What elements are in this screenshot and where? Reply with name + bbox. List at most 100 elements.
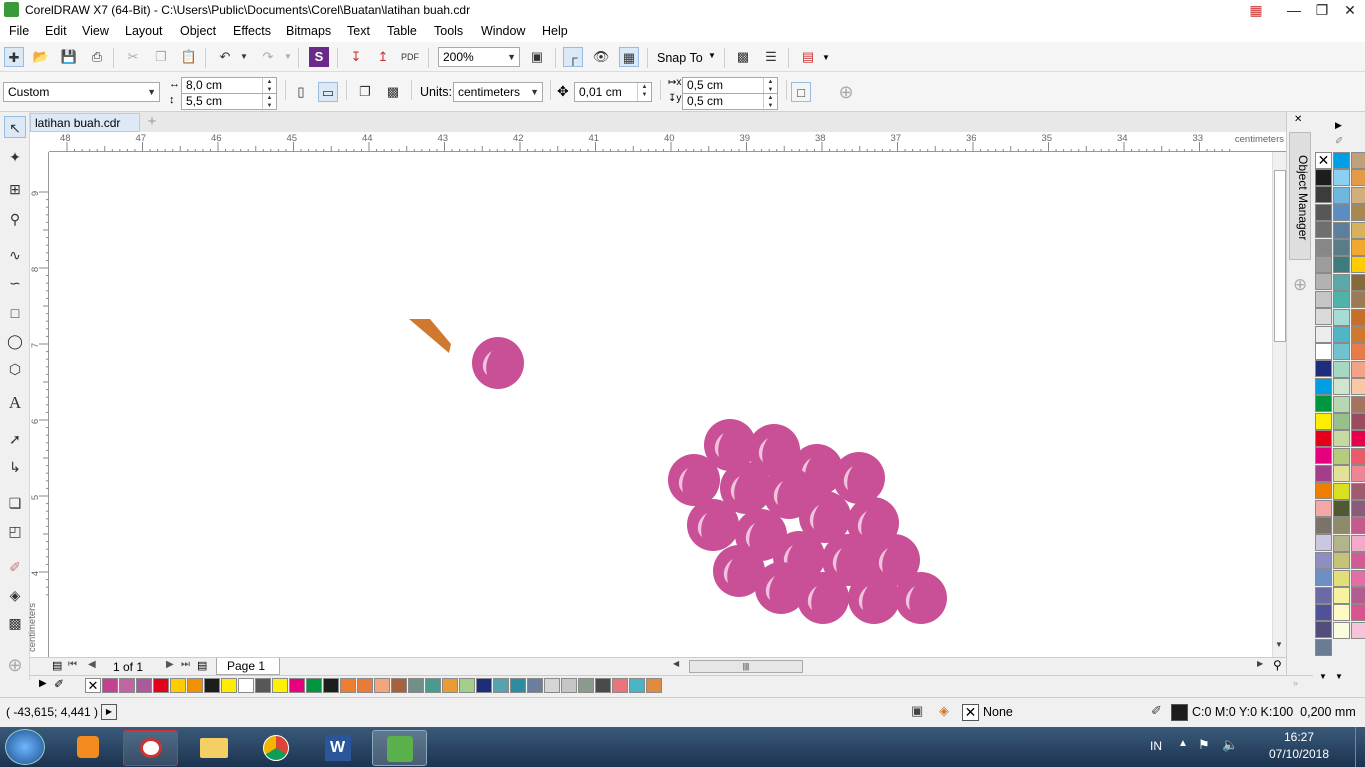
palette-swatch[interactable] bbox=[1351, 308, 1365, 326]
object-manager-tab[interactable]: Object Manager bbox=[1289, 132, 1311, 260]
show-grid-icon[interactable]: ▦ bbox=[619, 47, 639, 67]
palette-swatch[interactable] bbox=[1333, 534, 1350, 552]
palette-eyedropper-icon[interactable]: ✐ bbox=[1335, 136, 1343, 147]
transparency-tool-icon[interactable]: ◰ bbox=[4, 520, 26, 542]
menu-view[interactable]: View bbox=[82, 24, 109, 38]
scroll-down-icon[interactable]: ▼ bbox=[1275, 640, 1283, 649]
copy-icon[interactable]: ❐ bbox=[151, 47, 171, 67]
status-info-flyout-icon[interactable]: ▶ bbox=[101, 704, 117, 720]
palette-swatch[interactable] bbox=[1333, 169, 1350, 187]
launch-dropdown-icon[interactable]: ▼ bbox=[822, 53, 830, 62]
drop-shadow-tool-icon[interactable]: ❏ bbox=[4, 492, 26, 514]
palette-swatch[interactable] bbox=[1351, 343, 1365, 361]
palette-swatch[interactable] bbox=[1333, 378, 1350, 396]
file-explorer-icon[interactable] bbox=[186, 730, 241, 766]
duplicate-x-input[interactable]: 0,5 cm ▲ ▼ bbox=[682, 77, 778, 96]
crop-tool-icon[interactable]: ⊞ bbox=[4, 178, 26, 200]
palette-swatch[interactable] bbox=[1315, 447, 1332, 465]
palette-swatch[interactable] bbox=[1315, 638, 1332, 656]
options-icon[interactable]: ☰ bbox=[761, 47, 781, 67]
nudge-distance-input[interactable]: 0,01 cm ▲ ▼ bbox=[574, 82, 652, 102]
zoom-level-select[interactable]: 200% ▼ bbox=[438, 47, 520, 67]
palette-swatch[interactable] bbox=[1351, 569, 1365, 587]
doc-palette-swatch[interactable] bbox=[170, 678, 186, 693]
page-tab[interactable]: Page 1 bbox=[216, 658, 280, 675]
doc-palette-swatch[interactable] bbox=[221, 678, 237, 693]
menu-text[interactable]: Text bbox=[347, 24, 370, 38]
doc-palette-swatch[interactable] bbox=[578, 678, 594, 693]
palette-swatch[interactable] bbox=[1333, 569, 1350, 587]
palette-swatch[interactable] bbox=[1315, 586, 1332, 604]
scroll-left-icon[interactable]: ◀ bbox=[673, 659, 679, 668]
color-proofing-icon[interactable]: ▣ bbox=[911, 703, 923, 719]
palette-swatch[interactable] bbox=[1351, 378, 1365, 396]
doc-palette-swatch[interactable] bbox=[136, 678, 152, 693]
palette-swatch[interactable] bbox=[1351, 587, 1365, 604]
palette-swatch[interactable] bbox=[1333, 552, 1350, 570]
palette-swatch[interactable] bbox=[1333, 621, 1350, 639]
redo-icon[interactable]: ↷ bbox=[258, 47, 278, 67]
palette-swatch[interactable] bbox=[1351, 621, 1365, 639]
palette-scroll-down-icon[interactable]: ▼ bbox=[1319, 672, 1327, 681]
restore-button[interactable]: ❐ bbox=[1308, 0, 1336, 20]
add-property-icon[interactable]: ⊕ bbox=[836, 82, 856, 102]
palette-swatch[interactable] bbox=[1333, 204, 1350, 222]
grape-circle[interactable] bbox=[895, 572, 947, 624]
palette-swatch[interactable] bbox=[1351, 273, 1365, 291]
palette-swatch[interactable] bbox=[1315, 325, 1332, 343]
outline-color-swatch[interactable] bbox=[1171, 704, 1188, 721]
palette-swatch[interactable] bbox=[1351, 534, 1365, 552]
doc-palette-swatch[interactable] bbox=[612, 678, 628, 693]
document-tab[interactable]: latihan buah.cdr bbox=[30, 113, 140, 132]
palette-swatch[interactable] bbox=[1315, 412, 1332, 430]
palette-swatch[interactable] bbox=[1351, 500, 1365, 517]
palette-swatch[interactable] bbox=[1351, 395, 1365, 413]
menu-bitmaps[interactable]: Bitmaps bbox=[286, 24, 331, 38]
polygon-tool-icon[interactable]: ⬡ bbox=[4, 358, 26, 380]
palette-swatch[interactable] bbox=[1333, 291, 1350, 309]
doc-palette-swatch[interactable] bbox=[374, 678, 390, 693]
palette-swatch[interactable] bbox=[1333, 186, 1350, 204]
word-icon[interactable]: W bbox=[310, 730, 365, 766]
no-color-swatch[interactable]: ✕ bbox=[1315, 152, 1332, 169]
palette-swatch[interactable] bbox=[1351, 326, 1365, 343]
doc-palette-eyedropper-icon[interactable]: ✐ bbox=[54, 677, 64, 691]
doc-palette-swatch[interactable] bbox=[408, 678, 424, 693]
doc-palette-swatch[interactable] bbox=[255, 678, 271, 693]
print-icon[interactable]: ⎙ bbox=[87, 47, 107, 67]
connector-tool-icon[interactable]: ↳ bbox=[4, 456, 26, 478]
all-pages-icon[interactable]: ❐ bbox=[355, 82, 375, 102]
palette-swatch[interactable] bbox=[1315, 360, 1332, 378]
palette-swatch[interactable] bbox=[1333, 152, 1350, 169]
palette-swatch[interactable] bbox=[1333, 465, 1350, 483]
ellipse-tool-icon[interactable]: ◯ bbox=[4, 330, 26, 352]
vertical-ruler[interactable]: 9 8 7 6 5 4 centimeters bbox=[27, 152, 49, 657]
show-desktop-button[interactable] bbox=[1355, 727, 1365, 767]
full-screen-preview-icon[interactable]: 👁 bbox=[591, 47, 611, 67]
doc-palette-swatch[interactable] bbox=[187, 678, 203, 693]
palette-swatch[interactable] bbox=[1351, 430, 1365, 448]
import-icon[interactable]: ↧ bbox=[346, 47, 366, 67]
snipping-tool-icon[interactable] bbox=[123, 730, 178, 766]
palette-swatch[interactable] bbox=[1315, 256, 1332, 273]
zoom-to-page-icon[interactable]: ▣ bbox=[527, 47, 547, 67]
volume-icon[interactable]: 🔈 bbox=[1222, 737, 1238, 753]
artistic-media-tool-icon[interactable]: ∽ bbox=[4, 272, 26, 294]
palette-swatch[interactable] bbox=[1333, 273, 1350, 291]
new-document-icon[interactable]: ✚ bbox=[4, 47, 24, 67]
doc-palette-more-icon[interactable]: » bbox=[1293, 678, 1298, 688]
doc-palette-swatch[interactable] bbox=[595, 678, 611, 693]
snap-to-dropdown-icon[interactable]: ▼ bbox=[708, 51, 716, 60]
launch-icon[interactable]: ▤ bbox=[798, 47, 818, 67]
menu-tools[interactable]: Tools bbox=[434, 24, 463, 38]
palette-swatch[interactable] bbox=[1351, 256, 1365, 274]
menu-effects[interactable]: Effects bbox=[233, 24, 271, 38]
next-page-icon[interactable]: ▶ bbox=[166, 659, 174, 670]
user-icon[interactable]: ▦ bbox=[1242, 0, 1270, 20]
grape-circle[interactable] bbox=[833, 452, 885, 504]
palette-swatch[interactable] bbox=[1333, 430, 1350, 448]
palette-swatch[interactable] bbox=[1315, 517, 1332, 534]
palette-swatch[interactable] bbox=[1315, 203, 1332, 221]
palette-swatch[interactable] bbox=[1315, 569, 1332, 587]
palette-more-icon[interactable]: ▼ bbox=[1335, 672, 1343, 681]
